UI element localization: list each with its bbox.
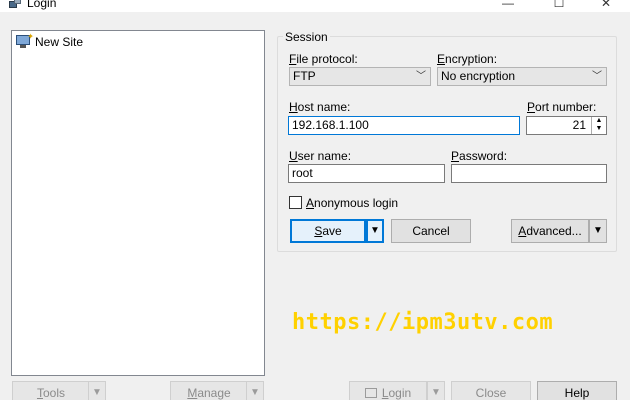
password-label: Password:: [451, 149, 508, 163]
help-button[interactable]: Help: [537, 381, 617, 400]
save-button[interactable]: Save: [290, 219, 366, 243]
port-number-label: Port number:: [527, 100, 597, 114]
user-name-input[interactable]: root: [288, 164, 445, 183]
maximize-button[interactable]: ☐: [549, 0, 569, 10]
site-item-label: New Site: [35, 35, 84, 49]
anonymous-login-label[interactable]: Anonymous login: [306, 196, 398, 210]
port-spinner[interactable]: ▲ ▼: [591, 117, 606, 134]
port-number-stepper[interactable]: 21 ▲ ▼: [526, 116, 607, 135]
new-site-monitor-icon: ✦: [16, 33, 34, 49]
anonymous-login-checkbox[interactable]: [289, 196, 302, 209]
watermark-text: https://ipm3utv.com: [292, 310, 554, 335]
advanced-dropdown-icon[interactable]: ▼: [589, 219, 607, 243]
window-title: Login: [27, 0, 57, 10]
port-number-value: 21: [572, 118, 586, 132]
host-name-label: Host name:: [289, 100, 351, 114]
encryption-label: Encryption:: [437, 52, 498, 66]
spin-down-icon[interactable]: ▼: [592, 125, 606, 133]
login-button[interactable]: Login: [349, 381, 427, 400]
encryption-select[interactable]: No encryption ﹀: [437, 67, 607, 86]
title-bar: Login — ☐ ✕: [0, 0, 630, 12]
site-tree[interactable]: ✦ New Site: [11, 30, 265, 376]
close-window-button[interactable]: ✕: [596, 0, 616, 10]
file-protocol-label: File protocol:: [289, 52, 358, 66]
password-input[interactable]: [451, 164, 607, 183]
chevron-down-icon: ﹀: [416, 71, 426, 82]
session-legend: Session: [283, 30, 330, 44]
manage-dropdown-icon[interactable]: ▼: [246, 381, 264, 400]
minimize-button[interactable]: —: [498, 0, 518, 10]
winscp-app-icon: [9, 0, 21, 8]
tools-dropdown-icon[interactable]: ▼: [88, 381, 106, 400]
cancel-button[interactable]: Cancel: [391, 219, 471, 243]
chevron-down-icon: ﹀: [592, 71, 602, 82]
file-protocol-select[interactable]: FTP ﹀: [289, 67, 431, 86]
login-dropdown-icon[interactable]: ▼: [427, 381, 445, 400]
spin-up-icon[interactable]: ▲: [592, 117, 606, 125]
close-button[interactable]: Close: [451, 381, 531, 400]
tools-button[interactable]: Tools: [12, 381, 90, 400]
file-protocol-value: FTP: [293, 69, 316, 83]
user-name-label: User name:: [289, 149, 352, 163]
host-name-input[interactable]: 192.168.1.100: [288, 116, 520, 135]
save-dropdown-icon[interactable]: ▼: [366, 219, 384, 243]
advanced-button[interactable]: Advanced...: [511, 219, 589, 243]
manage-button[interactable]: Manage: [170, 381, 248, 400]
login-icon: [364, 388, 377, 398]
encryption-value: No encryption: [441, 69, 516, 83]
site-item-new-site[interactable]: ✦ New Site: [16, 33, 84, 50]
